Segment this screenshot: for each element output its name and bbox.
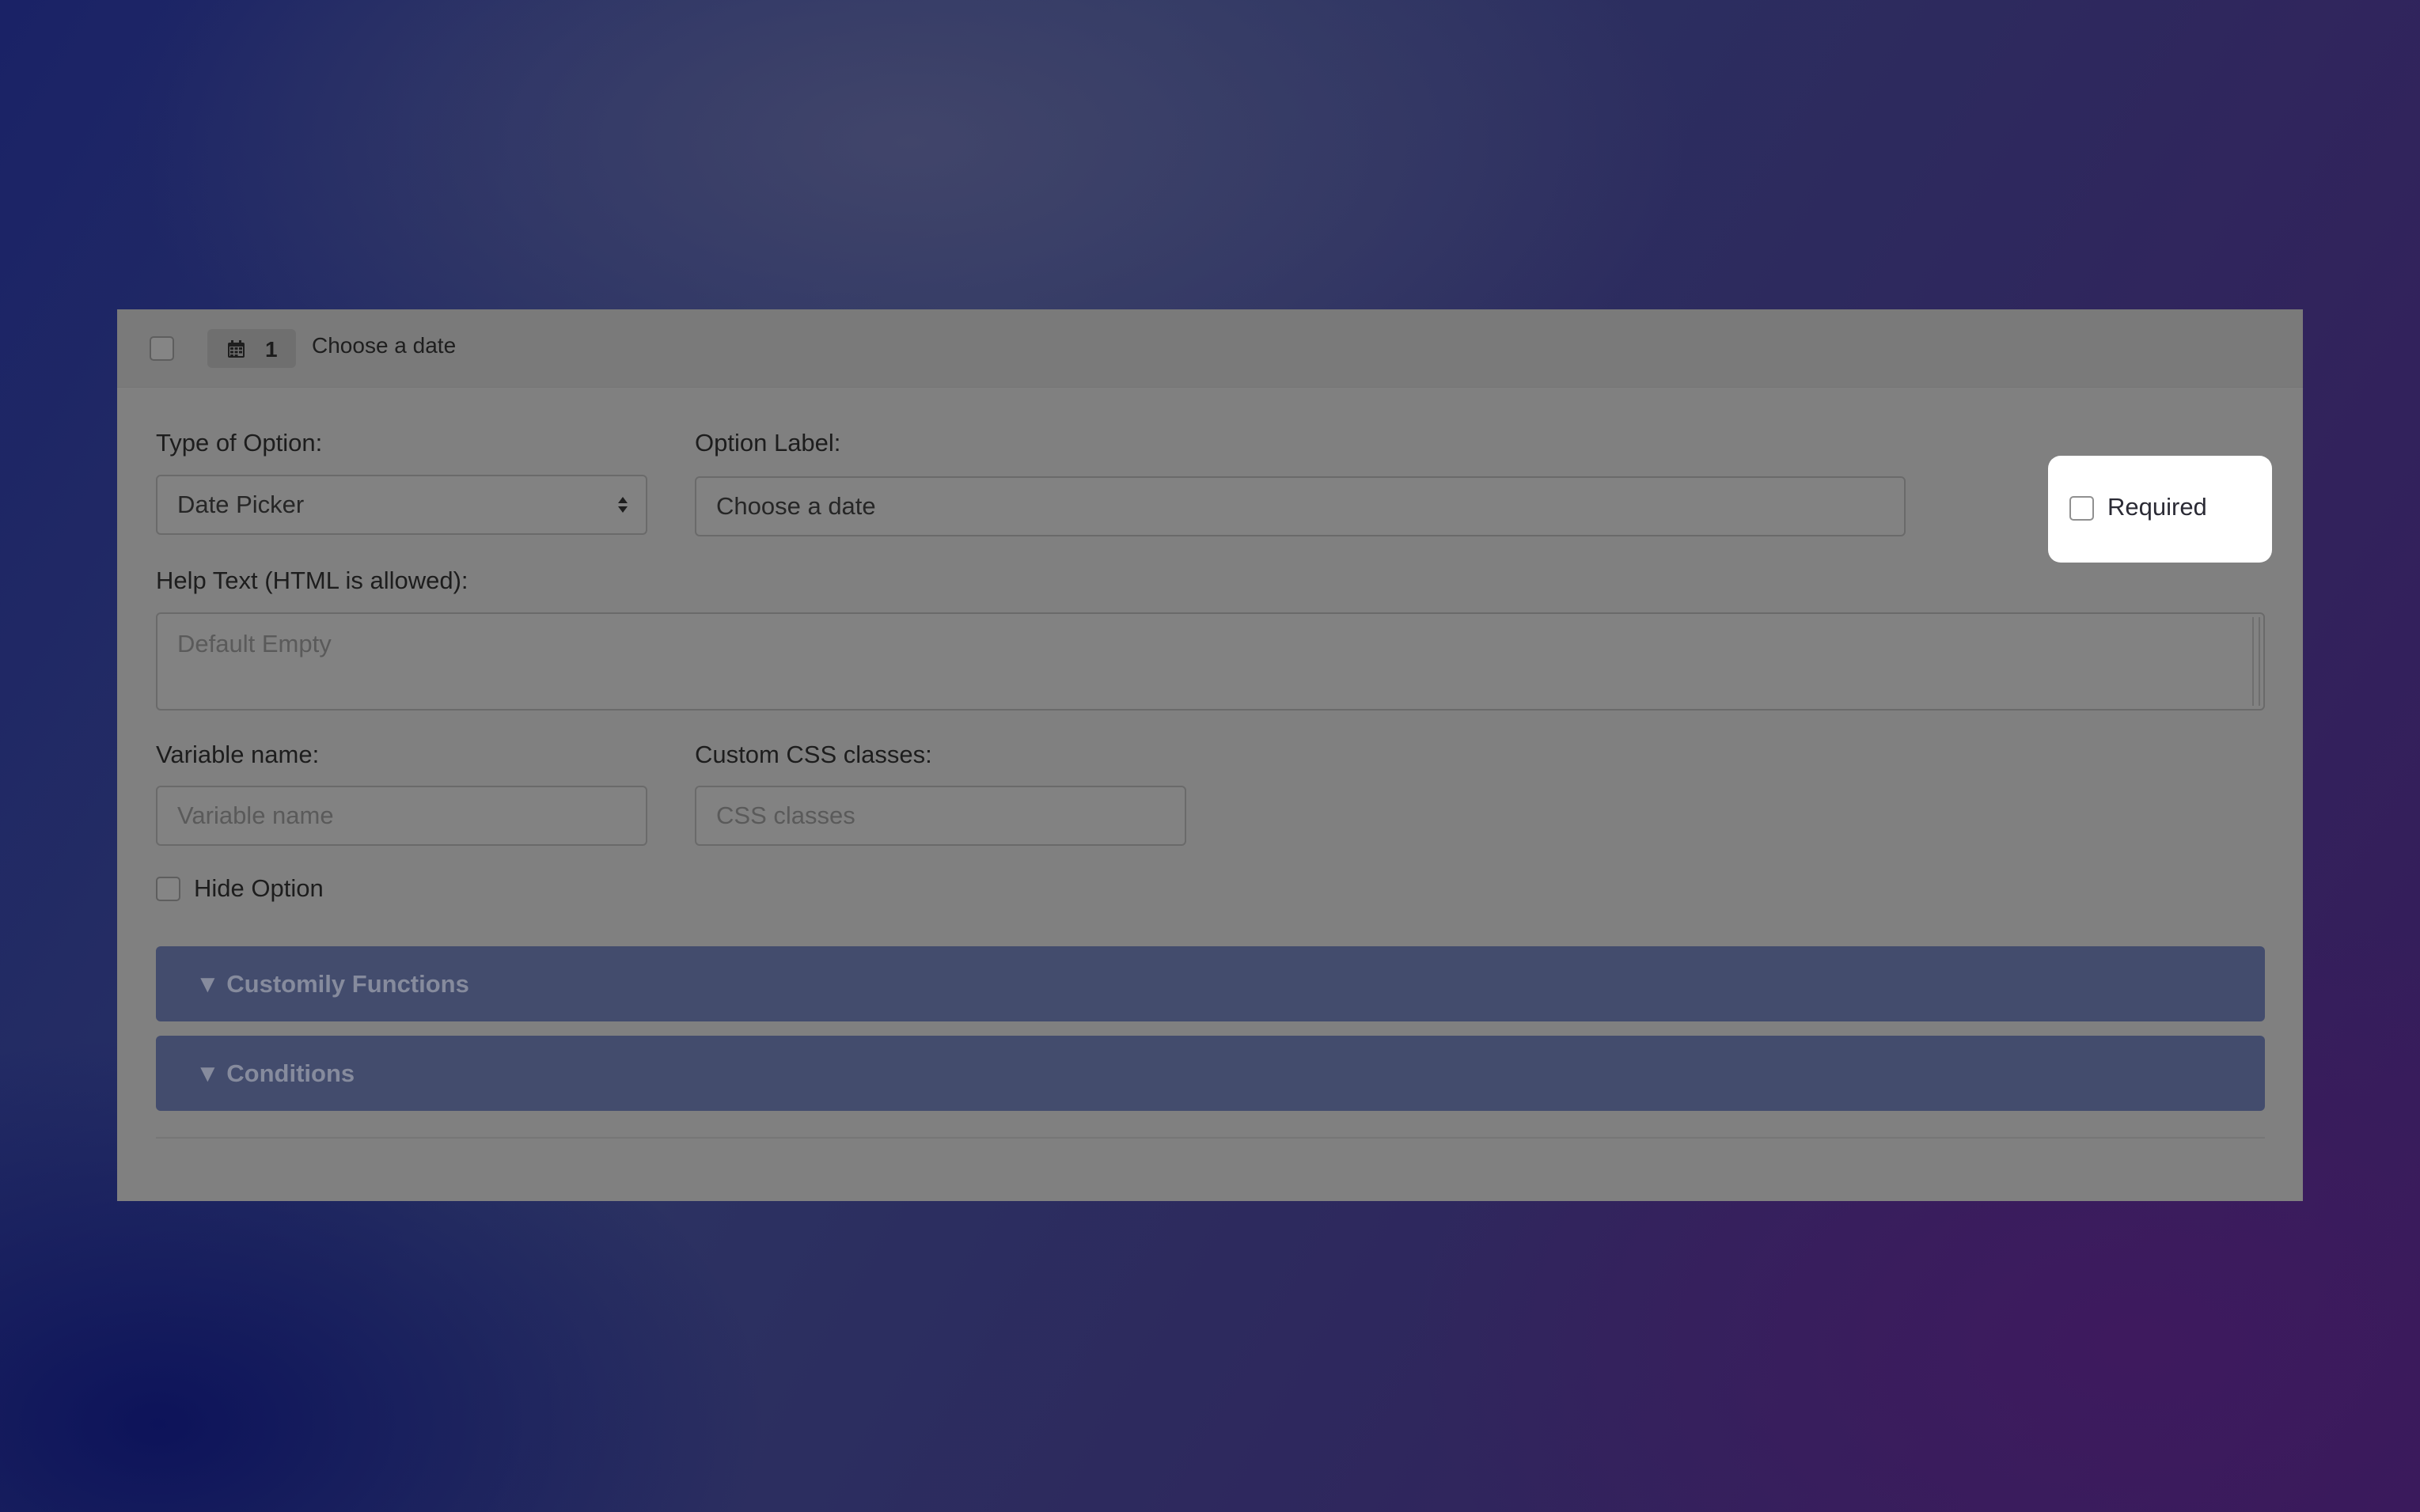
divider: [156, 1137, 2265, 1139]
required-checkbox[interactable]: [2069, 496, 2094, 521]
select-arrows-icon: [618, 497, 628, 513]
custom-css-input[interactable]: CSS classes: [695, 786, 1186, 846]
option-type-badge: 1: [207, 329, 296, 368]
option-label-value: Choose a date: [716, 492, 876, 520]
custom-css-label: Custom CSS classes:: [695, 741, 932, 768]
required-toggle[interactable]: Required: [2048, 456, 2272, 563]
customily-functions-section[interactable]: ▼ Customily Functions: [156, 946, 2265, 1021]
variable-name-placeholder: Variable name: [177, 801, 334, 829]
select-option-checkbox[interactable]: [150, 336, 174, 361]
variable-name-input[interactable]: Variable name: [156, 786, 647, 846]
option-label-input[interactable]: Choose a date: [695, 476, 1906, 536]
customily-functions-title: ▼ Customily Functions: [195, 969, 469, 998]
conditions-title: ▼ Conditions: [195, 1059, 355, 1087]
option-header[interactable]: 1 Choose a date: [117, 309, 2303, 388]
help-text-label: Help Text (HTML is allowed):: [156, 567, 468, 594]
required-label: Required: [2107, 493, 2207, 521]
hide-option-label: Hide Option: [194, 874, 324, 902]
calendar-icon: [228, 340, 245, 358]
type-of-option-select[interactable]: Date Picker: [156, 475, 647, 535]
option-header-title: Choose a date: [312, 333, 457, 358]
option-panel: 1 Choose a date Type of Option: Date Pic…: [117, 309, 2303, 1201]
option-number: 1: [265, 337, 278, 362]
custom-css-placeholder: CSS classes: [716, 801, 855, 829]
hide-option-checkbox[interactable]: [156, 877, 180, 901]
help-text-placeholder: Default Empty: [177, 630, 332, 657]
variable-name-label: Variable name:: [156, 741, 320, 768]
type-of-option-label: Type of Option:: [156, 429, 323, 457]
type-of-option-value: Date Picker: [177, 491, 305, 518]
conditions-section[interactable]: ▼ Conditions: [156, 1036, 2265, 1111]
option-label-label: Option Label:: [695, 429, 841, 457]
textarea-scrollbar[interactable]: [2252, 617, 2260, 706]
help-text-textarea[interactable]: Default Empty: [156, 612, 2265, 711]
